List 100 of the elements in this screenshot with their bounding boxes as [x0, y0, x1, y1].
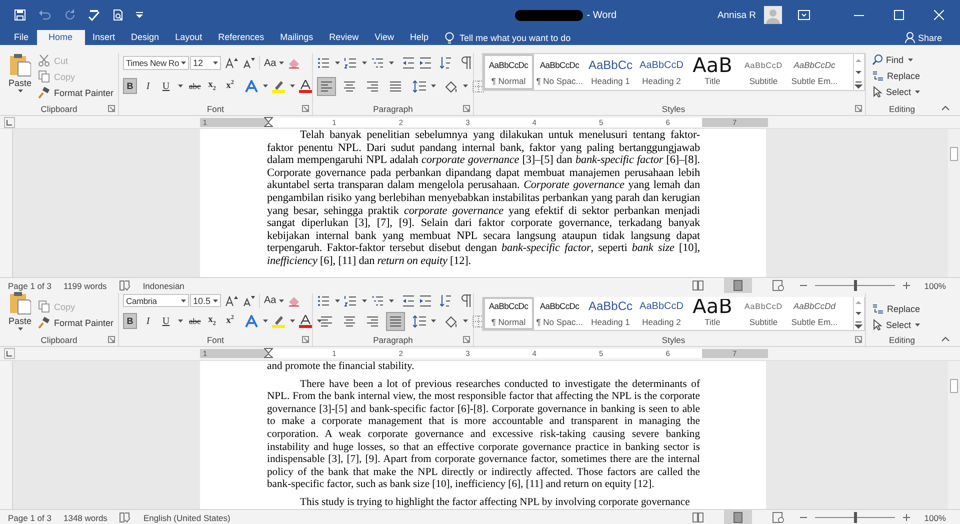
style-option[interactable]: AaB Title — [687, 54, 738, 90]
bullet-list-icon[interactable] — [317, 56, 330, 70]
dialog-launcher-icon[interactable] — [463, 336, 470, 343]
scroll-thumb[interactable] — [950, 147, 958, 161]
eraser-icon[interactable] — [288, 57, 300, 69]
slider-thumb[interactable] — [854, 280, 858, 291]
caret-icon[interactable] — [335, 298, 340, 302]
caret-icon[interactable] — [915, 322, 920, 326]
caret-icon[interactable] — [389, 61, 394, 65]
grow-font-icon[interactable] — [225, 57, 238, 69]
caret-icon[interactable] — [18, 327, 23, 331]
style-option[interactable]: AaBbCcD Heading 2 — [636, 54, 687, 90]
dialog-launcher-icon[interactable] — [108, 336, 115, 343]
caret-icon[interactable] — [290, 84, 295, 88]
highlighter-icon[interactable] — [272, 80, 285, 92]
indent-marker-icon[interactable] — [264, 348, 273, 360]
strikethrough-button[interactable]: abc — [187, 78, 201, 94]
caret-icon[interactable] — [389, 298, 394, 302]
zoom-level[interactable]: 100% — [924, 512, 946, 522]
text-effects-icon[interactable] — [245, 314, 258, 328]
caret-icon[interactable] — [263, 319, 268, 323]
zoom-level[interactable]: 100% — [924, 280, 946, 290]
borders-icon[interactable] — [472, 80, 485, 92]
dialog-launcher-icon[interactable] — [855, 336, 862, 343]
multilevel-list-icon[interactable] — [371, 56, 384, 70]
caret-icon[interactable] — [908, 58, 913, 62]
select-button[interactable]: Select — [872, 85, 920, 98]
ribbon-tab[interactable]: Insert — [84, 30, 124, 45]
borders-icon[interactable] — [472, 314, 485, 328]
style-option[interactable]: AaBbCcDc ¶ Normal — [483, 297, 534, 330]
paste-button[interactable]: Paste — [0, 293, 36, 333]
ruler-toggle-icon[interactable] — [4, 116, 15, 128]
caret-icon[interactable] — [431, 84, 436, 88]
find-button[interactable]: Find — [872, 53, 920, 66]
page-count[interactable]: Page 1 of 3 — [8, 512, 52, 522]
zoom-in-icon[interactable] — [903, 282, 910, 289]
print-layout-icon[interactable] — [724, 510, 752, 524]
change-case-button[interactable]: Aa — [264, 58, 284, 68]
word-count[interactable]: 1348 words — [63, 512, 108, 522]
collapse-ribbon-icon[interactable] — [941, 336, 950, 342]
zoom-out-icon[interactable] — [800, 282, 808, 289]
caret-icon[interactable] — [463, 84, 468, 88]
spelling-check-icon[interactable] — [88, 9, 100, 21]
style-option[interactable]: AaBbCc Heading 1 — [585, 297, 636, 330]
subscript-button[interactable]: x$_{2}$ — [205, 313, 219, 329]
numbered-list-icon[interactable] — [344, 294, 357, 308]
shading-icon[interactable] — [444, 314, 458, 328]
decrease-indent-icon[interactable] — [402, 56, 415, 70]
zoom-in-icon[interactable] — [903, 514, 910, 521]
vertical-scrollbar[interactable] — [948, 129, 960, 277]
sort-icon[interactable] — [440, 294, 453, 308]
shading-icon[interactable] — [444, 80, 458, 92]
ribbon-tab[interactable]: File — [6, 30, 37, 45]
grow-font-icon[interactable] — [225, 294, 238, 306]
ruler-toggle-icon[interactable] — [4, 348, 15, 359]
proofing-icon[interactable] — [118, 280, 131, 291]
bold-button[interactable]: B — [123, 313, 137, 329]
style-option[interactable]: AaBbCcDc Subtle Em... — [789, 54, 840, 90]
format-painter-button[interactable]: Format Painter — [38, 316, 114, 329]
increase-indent-icon[interactable] — [419, 56, 432, 70]
font-name-dropdown[interactable]: Cambria — [123, 294, 189, 307]
indent-marker-icon[interactable] — [264, 116, 273, 128]
line-spacing-icon[interactable] — [413, 80, 426, 92]
ribbon-tab[interactable]: Help — [402, 30, 437, 45]
numbered-list-icon[interactable] — [344, 56, 357, 70]
maximize-icon[interactable] — [894, 10, 904, 20]
replace-button[interactable]: Replace — [872, 69, 920, 82]
caret-icon[interactable] — [279, 298, 284, 302]
superscript-button[interactable]: x$^{2}$ — [223, 313, 237, 329]
shrink-font-icon[interactable] — [242, 294, 255, 306]
align-justify-icon[interactable] — [386, 312, 405, 330]
print-layout-icon[interactable] — [724, 278, 752, 293]
pilcrow-icon[interactable] — [461, 56, 474, 70]
caret-icon[interactable] — [362, 61, 367, 65]
style-option[interactable]: AaBbCcDc ¶ Normal — [483, 54, 534, 90]
ribbon-tab[interactable]: Review — [321, 30, 367, 45]
style-option[interactable]: AaBbCcDc ¶ No Spac... — [534, 54, 585, 90]
line-spacing-icon[interactable] — [413, 314, 426, 328]
ribbon-tab[interactable]: Home — [36, 30, 85, 45]
caret-icon[interactable] — [263, 84, 268, 88]
select-button[interactable]: Select — [872, 318, 920, 331]
bullet-list-icon[interactable] — [317, 294, 330, 308]
dialog-launcher-icon[interactable] — [302, 105, 309, 112]
caret-icon[interactable] — [915, 90, 920, 94]
caret-icon[interactable] — [290, 319, 295, 323]
ribbon-tab[interactable]: References — [210, 30, 272, 45]
superscript-button[interactable]: x$^{2}$ — [223, 78, 237, 94]
caret-icon[interactable] — [178, 84, 183, 88]
proofing-icon[interactable] — [119, 512, 132, 523]
tell-me-search[interactable]: Tell me what you want to do — [444, 30, 571, 45]
zoom-out-icon[interactable] — [800, 514, 808, 521]
shrink-font-icon[interactable] — [242, 57, 255, 69]
print-preview-icon[interactable] — [112, 9, 124, 21]
caret-icon[interactable] — [18, 89, 23, 93]
underline-button[interactable]: U — [159, 313, 173, 329]
caret-icon[interactable] — [317, 319, 322, 323]
underline-button[interactable]: U — [159, 78, 173, 94]
style-option[interactable]: AaBbCcD Subtitle — [738, 297, 789, 330]
scroll-thumb[interactable] — [950, 379, 958, 393]
caret-icon[interactable] — [181, 61, 186, 65]
